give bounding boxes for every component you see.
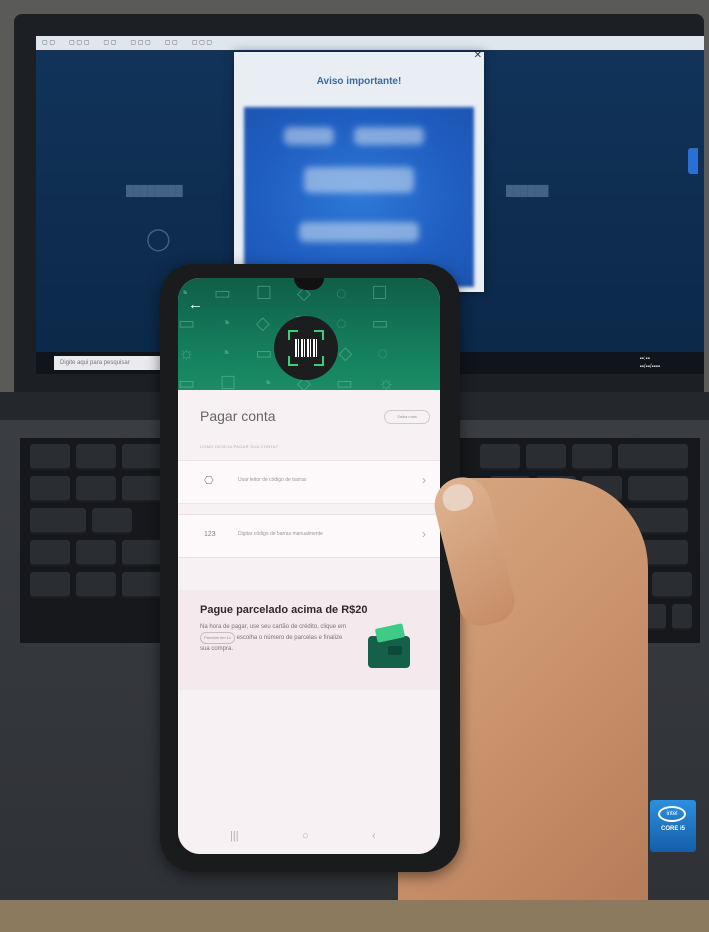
keyboard-key: [30, 508, 86, 534]
installment-chip: Parcelar em 1x: [200, 632, 235, 644]
wallet-icon: [368, 623, 410, 668]
side-tab[interactable]: [688, 148, 698, 174]
chevron-right-icon: ›: [422, 473, 426, 487]
back-icon[interactable]: ‹: [372, 830, 376, 842]
keyboard-key: [76, 540, 116, 566]
barcode-scan-icon: [274, 316, 338, 380]
keyboard-key: [92, 508, 132, 534]
keyboard-key: [480, 444, 520, 470]
taskbar-clock: ▪▪:▪▪ ▪▪/▪▪/▪▪▪▪: [639, 356, 660, 370]
desk-edge: [0, 900, 709, 932]
background-icon: ◯: [146, 226, 171, 251]
keyboard-key: [572, 444, 612, 470]
back-arrow-icon[interactable]: ←: [188, 296, 203, 313]
barcode-icon: [295, 339, 317, 357]
keyboard-key: [76, 572, 116, 598]
banner-shape: [284, 127, 334, 145]
keyboard-key: [30, 572, 70, 598]
section-label: COMO DESEJA PAGAR SUA CONTA?: [200, 444, 279, 449]
page-title: Pagar conta: [200, 408, 276, 424]
notice-modal: ✕ Aviso importante!: [234, 50, 484, 292]
processor-sticker: intel CORE i5: [650, 800, 696, 852]
keyboard-key: [122, 540, 162, 566]
smartphone: ◔ ▭ ☐ ◇ ◌ ☐▭ ◔ ◇ ☐ ◌ ▭☼ ◔ ▭ ☐ ◇ ◌▭ ☐ ◔ ◇…: [160, 264, 460, 872]
keypad-icon: 123: [204, 531, 216, 538]
scan-corner: [288, 356, 298, 366]
keyboard-key: [122, 444, 162, 470]
app-header: ◔ ▭ ☐ ◇ ◌ ☐▭ ◔ ◇ ☐ ◌ ▭☼ ◔ ▭ ☐ ◇ ◌▭ ☐ ◔ ◇…: [178, 278, 440, 390]
sticker-tier: CORE i5: [660, 826, 685, 832]
camera-icon: ⎔: [204, 475, 214, 487]
banner-shape: [304, 167, 414, 193]
sticker-brand: intel: [658, 806, 686, 822]
keyboard-key: [122, 572, 162, 598]
keyboard-key: [30, 444, 70, 470]
option-label: Digitar código de barras manualmente: [238, 531, 323, 537]
keyboard-key: [76, 476, 116, 502]
keyboard-key: [618, 444, 688, 470]
background-text: ██████: [506, 186, 549, 197]
keyboard-key: [628, 476, 688, 502]
modal-title: Aviso importante!: [316, 76, 402, 87]
keyboard-key: [672, 604, 692, 630]
background-text: ████████: [126, 186, 183, 197]
scan-frame-icon: [288, 330, 324, 366]
recents-icon[interactable]: |||: [230, 830, 239, 842]
keyboard-key: [30, 540, 70, 566]
keyboard-key: [76, 444, 116, 470]
help-chip-button[interactable]: Saiba mais: [384, 410, 430, 424]
keyboard-key: [30, 476, 70, 502]
promo-body: Na hora de pagar, use seu cartão de créd…: [200, 622, 350, 654]
promo-text-before: Na hora de pagar, use seu cartão de créd…: [200, 624, 347, 630]
banner-shape: [299, 222, 419, 242]
photo-scene: ▢ ▢ ▢ ▢ ▢ ▢ ▢ ▢ ▢ ▢ ▢ ▢ ▢ ▢ ▢ ████████ ██████…: [0, 0, 709, 932]
android-nav-bar: ||| ○ ‹: [178, 824, 440, 854]
option-scan-barcode[interactable]: ⎔ Usar leitor de código de barras ›: [178, 460, 440, 504]
chevron-right-icon: ›: [422, 527, 426, 541]
option-type-barcode[interactable]: 123 Digitar código de barras manualmente…: [178, 514, 440, 558]
browser-tab-strip: ▢ ▢ ▢ ▢ ▢ ▢ ▢ ▢ ▢ ▢ ▢ ▢ ▢ ▢ ▢: [36, 36, 704, 50]
installment-promo-card: Pague parcelado acima de R$20 Na hora de…: [178, 590, 440, 690]
keyboard-key: [526, 444, 566, 470]
keyboard-key: [652, 572, 692, 598]
close-icon[interactable]: ✕: [474, 50, 482, 61]
option-label: Usar leitor de código de barras: [238, 477, 307, 483]
banner-shape: [354, 127, 424, 145]
modal-banner-image: [244, 107, 474, 287]
phone-screen: ◔ ▭ ☐ ◇ ◌ ☐▭ ◔ ◇ ☐ ◌ ▭☼ ◔ ▭ ☐ ◇ ◌▭ ☐ ◔ ◇…: [178, 278, 440, 854]
wallet-pocket: [388, 646, 402, 655]
card-icon: [374, 623, 406, 643]
keyboard-key: [122, 476, 162, 502]
scan-corner: [314, 356, 324, 366]
promo-title: Pague parcelado acima de R$20: [200, 604, 368, 616]
thumbnail: [439, 481, 476, 514]
home-icon[interactable]: ○: [302, 830, 309, 842]
